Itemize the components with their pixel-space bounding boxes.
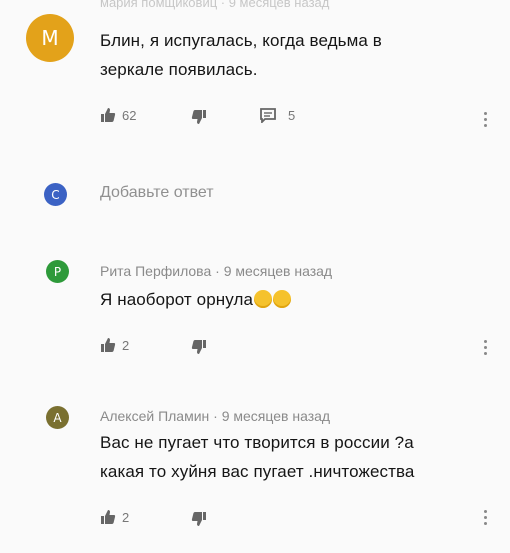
like-icon (101, 108, 116, 122)
like-icon (101, 510, 116, 524)
comment-text-line-1: Я наоборот орнула (100, 290, 254, 309)
comment-text-line-1: Блин, я испугалась, когда ведьма в (100, 31, 382, 50)
dislike-button[interactable] (191, 511, 207, 527)
comment-meta: Алексей Пламин · 9 месяцев назад (100, 408, 330, 424)
avatar-letter: А (53, 410, 62, 425)
reply-input[interactable]: Добавьте ответ (100, 184, 214, 202)
comment-3: А Алексей Пламин · 9 месяцев назад Вас н… (0, 382, 510, 553)
comment-actions: 2 (100, 337, 500, 357)
comment-meta: Рита Перфилова · 9 месяцев назад (100, 263, 332, 279)
avatar-letter: M (41, 26, 59, 50)
comment-text: Я наоборот орнула (100, 285, 292, 314)
reply-count: 5 (288, 108, 296, 123)
dislike-button[interactable] (191, 109, 207, 125)
comment-text-line-2: какая то хуйня вас пугает .ничтожества (100, 462, 415, 481)
like-icon (101, 338, 116, 352)
comment-1: M Блин, я испугалась, когда ведьма в зер… (0, 0, 510, 160)
author-name[interactable]: Алексей Пламин (100, 408, 209, 424)
reply-icon (260, 108, 276, 123)
comment-actions: 62 5 (100, 107, 500, 127)
laughing-emoji-icon (273, 290, 292, 308)
comment-2: Р Рита Перфилова · 9 месяцев назад Я нао… (0, 240, 510, 380)
avatar[interactable]: А (46, 406, 69, 429)
avatar[interactable]: M (26, 14, 74, 62)
like-button[interactable]: 62 (100, 107, 136, 123)
avatar: С (44, 183, 67, 206)
comment-actions: 2 (100, 509, 500, 529)
comment-text: Блин, я испугалась, когда ведьма в зерка… (100, 26, 382, 84)
author-name[interactable]: Рита Перфилова (100, 263, 211, 279)
dislike-icon (191, 110, 206, 124)
dislike-icon (191, 512, 206, 526)
more-icon[interactable] (484, 510, 488, 525)
dislike-icon (191, 340, 206, 354)
comment-time[interactable]: 9 месяцев назад (222, 408, 330, 424)
dislike-button[interactable] (191, 339, 207, 355)
avatar-letter: Р (53, 264, 62, 279)
like-button[interactable]: 2 (100, 337, 129, 353)
reply-button[interactable]: 5 (260, 108, 295, 123)
comment-time[interactable]: 9 месяцев назад (224, 263, 332, 279)
comment-text-line-1: Вас не пугает что творится в россии ?а (100, 433, 414, 452)
comment-text: Вас не пугает что творится в россии ?а к… (100, 428, 414, 486)
more-icon[interactable] (484, 112, 488, 127)
avatar-letter: С (51, 187, 60, 202)
reply-box: С Добавьте ответ (0, 168, 510, 218)
avatar[interactable]: Р (46, 260, 69, 283)
comment-text-line-2: зеркале появилась. (100, 60, 258, 79)
like-button[interactable]: 2 (100, 509, 129, 525)
meta-separator: · (215, 263, 220, 279)
laughing-emoji-icon (254, 290, 273, 308)
meta-separator: · (213, 408, 218, 424)
like-count: 62 (122, 107, 137, 123)
more-icon[interactable] (484, 340, 488, 355)
like-count: 2 (122, 337, 130, 353)
like-count: 2 (122, 509, 130, 525)
